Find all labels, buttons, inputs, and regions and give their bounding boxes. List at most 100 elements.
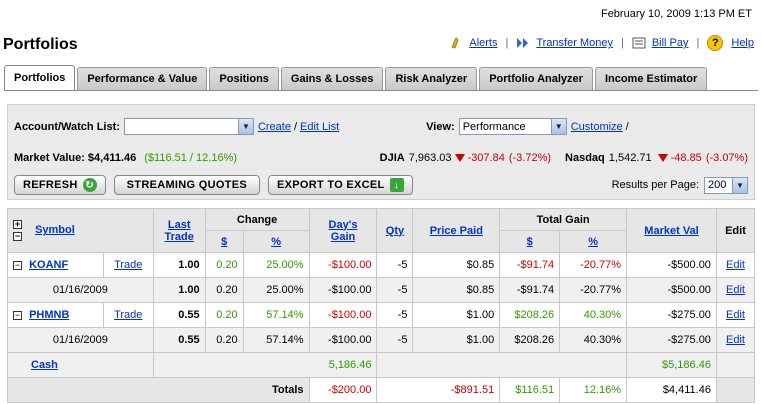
- total-gain-pct-cell: 40.30%: [559, 302, 628, 328]
- bill-pay-icon: [632, 36, 646, 50]
- edit-header: Edit: [715, 208, 756, 253]
- export-excel-button[interactable]: EXPORT TO EXCEL ↓: [267, 175, 413, 195]
- collapse-row-icon[interactable]: −: [13, 260, 22, 270]
- change-header: Change: [204, 208, 310, 231]
- price-paid-header[interactable]: Price Paid: [412, 208, 501, 253]
- separator: |: [696, 37, 700, 49]
- qty-cell: -5: [376, 302, 414, 328]
- customize-link[interactable]: Customize: [571, 121, 623, 133]
- tab-income-estimator[interactable]: Income Estimator: [594, 67, 708, 90]
- edit-link[interactable]: Edit: [726, 284, 745, 296]
- bill-pay-link[interactable]: Bill Pay: [652, 37, 689, 49]
- results-per-page-label: Results per Page:: [611, 179, 699, 191]
- table-row: 01/16/2009 0.55 0.20 57.14% -$100.00 -5 …: [7, 327, 756, 353]
- down-triangle-icon: [454, 154, 465, 162]
- collapse-row-icon[interactable]: −: [13, 310, 22, 320]
- edit-list-link[interactable]: Edit List: [300, 121, 339, 133]
- total-gain-cell: $208.26: [499, 327, 561, 353]
- tab-gains-losses[interactable]: Gains & Losses: [280, 67, 384, 90]
- days-gain-cell: -$100.00: [308, 277, 378, 303]
- symbol-link[interactable]: KOANF: [29, 259, 68, 271]
- create-link[interactable]: Create: [258, 121, 291, 133]
- trade-link[interactable]: Trade: [114, 309, 142, 321]
- transfer-arrows-icon: [516, 36, 530, 50]
- days-gain-line1[interactable]: Day's: [329, 219, 358, 231]
- total-gain-pct-cell: 40.30%: [559, 327, 628, 353]
- view-select-value: Performance: [462, 120, 526, 133]
- total-gain-pct-header: %: [559, 230, 628, 253]
- last-trade-line1[interactable]: Last: [168, 219, 191, 231]
- change-pct-cell: 25.00%: [242, 252, 310, 278]
- edit-link[interactable]: Edit: [726, 309, 745, 321]
- last-trade-line2[interactable]: Trade: [165, 231, 194, 243]
- tab-performance-value[interactable]: Performance & Value: [77, 67, 208, 90]
- symbol-cell: − KOANF: [7, 252, 104, 278]
- alert-bell-icon: [449, 36, 463, 50]
- tab-bar: Portfolios Performance & Value Positions…: [4, 65, 708, 90]
- chevron-down-icon: ▼: [237, 119, 253, 134]
- trade-link[interactable]: Trade: [114, 259, 142, 271]
- market-val-sort-link[interactable]: Market Val: [644, 225, 698, 237]
- total-gain-dollar-sort-link[interactable]: $: [527, 236, 533, 248]
- tab-risk-analyzer[interactable]: Risk Analyzer: [385, 67, 478, 90]
- chevron-down-icon: ▼: [550, 119, 566, 134]
- totals-total-gain: $116.51: [499, 377, 561, 403]
- change-pct-sort-link[interactable]: %: [271, 236, 281, 248]
- change-dollar-sort-link[interactable]: $: [221, 236, 227, 248]
- symbol-link[interactable]: PHMNB: [29, 309, 69, 321]
- help-icon: ?: [707, 35, 724, 51]
- last-trade-header[interactable]: Last Trade: [152, 208, 206, 253]
- cash-link[interactable]: Cash: [31, 359, 58, 371]
- change-dollar-header: $: [204, 230, 244, 253]
- tab-portfolio-analyzer[interactable]: Portfolio Analyzer: [479, 67, 593, 90]
- results-per-page-select[interactable]: 200 ▼: [704, 176, 748, 194]
- expand-all-icon[interactable]: +: [13, 219, 22, 229]
- cash-edit-cell: [715, 352, 756, 378]
- help-link[interactable]: Help: [731, 37, 754, 49]
- symbol-sort-link[interactable]: Symbol: [35, 224, 75, 236]
- customize-separator: /: [625, 120, 629, 133]
- nasdaq-pct: (-3.07%): [705, 152, 748, 164]
- table-row: − KOANF Trade 1.00 0.20 25.00% -$100.00 …: [7, 252, 756, 278]
- refresh-button[interactable]: REFRESH ↻: [14, 175, 106, 195]
- edit-link[interactable]: Edit: [726, 334, 745, 346]
- alerts-link[interactable]: Alerts: [469, 37, 497, 49]
- symbol-cell: − PHMNB: [7, 302, 104, 328]
- price-paid-sort-link[interactable]: Price Paid: [430, 225, 483, 237]
- qty-sort-link[interactable]: Qty: [386, 225, 404, 237]
- totals-days-gain: -$200.00: [308, 377, 378, 403]
- days-gain-header[interactable]: Day's Gain: [308, 208, 378, 253]
- table-row: − PHMNB Trade 0.55 0.20 57.14% -$100.00 …: [7, 302, 756, 328]
- separator: |: [505, 37, 509, 49]
- edit-cell: Edit: [715, 252, 756, 278]
- streaming-quotes-button[interactable]: STREAMING QUOTES: [113, 175, 260, 195]
- cash-row: Cash 5,186.46 $5,186.46: [7, 352, 756, 378]
- edit-link[interactable]: Edit: [726, 259, 745, 271]
- view-select[interactable]: Performance ▼: [458, 118, 567, 135]
- price-paid-cell: $1.00: [412, 302, 501, 328]
- tab-positions[interactable]: Positions: [209, 67, 279, 90]
- cash-empty-cell: [376, 352, 628, 378]
- change-pct-header: %: [242, 230, 310, 253]
- collapse-all-icon[interactable]: −: [13, 232, 22, 242]
- market-val-header[interactable]: Market Val: [626, 208, 717, 253]
- market-value: $4,411.46: [87, 152, 137, 164]
- total-gain-pct-cell: -20.77%: [559, 252, 628, 278]
- edit-cell: Edit: [715, 277, 756, 303]
- download-arrow-icon: ↓: [389, 178, 404, 192]
- chevron-down-icon: ▼: [732, 177, 747, 193]
- total-gain-pct-sort-link[interactable]: %: [588, 236, 598, 248]
- total-gain-pct-cell: -20.77%: [559, 277, 628, 303]
- price-paid-cell: $0.85: [412, 252, 501, 278]
- totals-label: Totals: [7, 377, 310, 403]
- tab-portfolios[interactable]: Portfolios: [4, 65, 76, 90]
- qty-header[interactable]: Qty: [376, 208, 414, 253]
- results-per-page-value: 200: [708, 179, 727, 191]
- transfer-money-link[interactable]: Transfer Money: [536, 37, 613, 49]
- account-select[interactable]: ▼: [123, 118, 254, 135]
- days-gain-line2[interactable]: Gain: [331, 231, 355, 243]
- price-paid-cell: $0.85: [412, 277, 501, 303]
- refresh-label: REFRESH: [23, 179, 78, 191]
- page-title: Portfolios: [3, 36, 78, 53]
- separator: |: [620, 37, 624, 49]
